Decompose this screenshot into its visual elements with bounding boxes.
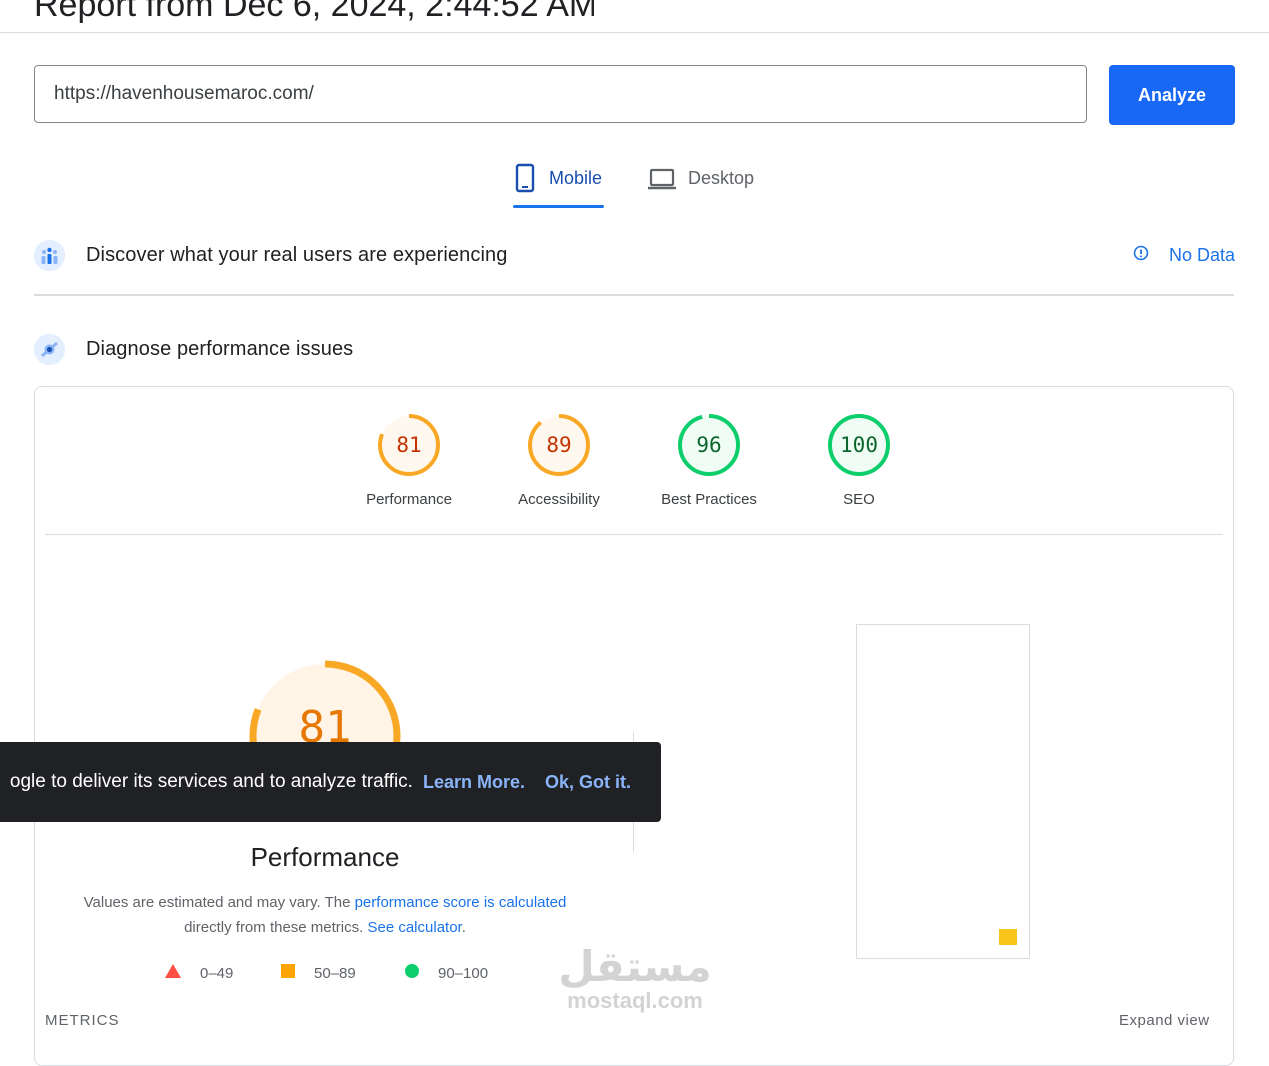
crux-section-header: Discover what your real users are experi… [34,240,507,271]
expand-view-button[interactable]: Expand view [1119,1012,1210,1029]
active-tab-indicator [513,205,604,208]
accessibility-score-gauge[interactable]: 89 Accessibility [484,413,634,508]
final-screenshot-thumbnail[interactable] [856,624,1030,959]
tab-desktop-label: Desktop [688,168,755,188]
no-data-link[interactable]: No Data [1132,244,1235,267]
learn-more-link[interactable]: Learn More. [423,772,525,793]
smartphone-icon [513,163,537,198]
no-data-label: No Data [1169,245,1236,265]
legend-average-range: 50–89 [314,964,356,982]
analyze-button[interactable]: Analyze [1109,65,1235,125]
info-icon [1132,244,1150,267]
performance-description: Values are estimated and may vary. The p… [60,890,590,940]
report-title-text: Report from Dec 6, 2024, 2:44:52 AM [34,0,594,24]
best-practices-score-gauge[interactable]: 96 Best Practices [634,413,784,508]
cookie-consent-toast: ogle to deliver its services and to anal… [0,742,661,822]
accessibility-score-value: 89 [546,433,572,457]
watermark-arabic: مستقل [558,942,712,991]
green-circle-icon [405,964,419,982]
score-calculated-link[interactable]: performance score is calculated [355,894,567,911]
legend-pass-range: 90–100 [438,964,489,982]
gauge-ring: 100 [827,413,891,477]
seo-score-gauge[interactable]: 100 SEO [784,413,934,508]
performance-heading: Performance [250,842,400,872]
gauge-ring: 89 [527,413,591,477]
header-divider [0,32,1269,33]
orange-square-icon [281,964,295,982]
performance-score-value: 81 [396,433,422,457]
card-divider [45,534,1223,535]
gauge-ring: 81 [377,413,441,477]
performance-score-label: Performance [366,491,452,508]
desc-prefix: Values are estimated and may vary. The [83,894,355,911]
desc-middle: directly from these metrics. [184,919,368,936]
crux-title: Discover what your real users are experi… [86,244,508,266]
seo-score-value: 100 [840,433,878,457]
accessibility-score-label: Accessibility [518,491,600,508]
watermark-latin: mostaql.com [567,988,703,1013]
lcp-marker [999,929,1017,945]
legend-pass: 90–100 [405,964,488,982]
diagnose-section-header: Diagnose performance issues [34,334,353,365]
see-calculator-link[interactable]: See calculator [367,919,461,936]
cookie-message: ogle to deliver its services and to anal… [9,771,413,792]
best-practices-score-value: 96 [696,433,722,457]
tab-desktop[interactable]: Desktop [648,163,754,209]
performance-score-gauge[interactable]: 81 Performance [334,413,484,508]
section-divider [34,294,1234,296]
red-triangle-icon [165,964,181,982]
legend-fail: 0–49 [165,964,233,982]
users-chart-icon [34,240,65,271]
legend-average: 50–89 [281,964,356,982]
ok-got-it-button[interactable]: Ok, Got it. [545,772,631,793]
laptop-icon [648,163,676,198]
metrics-heading: METRICS [45,1012,120,1029]
tab-mobile-label: Mobile [549,168,603,188]
desc-suffix: . [461,919,466,936]
tab-mobile[interactable]: Mobile [513,163,604,209]
gauge-ring: 96 [677,413,741,477]
best-practices-score-label: Best Practices [661,491,757,508]
report-title: Report from Dec 6, 2024, 2:44:52 AM [34,0,594,32]
legend-fail-range: 0–49 [200,964,234,982]
diagnose-title: Diagnose performance issues [86,338,354,360]
lighthouse-icon [34,334,65,365]
mostaql-watermark: مستقل mostaql.com [555,944,715,1012]
url-input[interactable] [34,65,1087,123]
seo-score-label: SEO [843,491,875,508]
